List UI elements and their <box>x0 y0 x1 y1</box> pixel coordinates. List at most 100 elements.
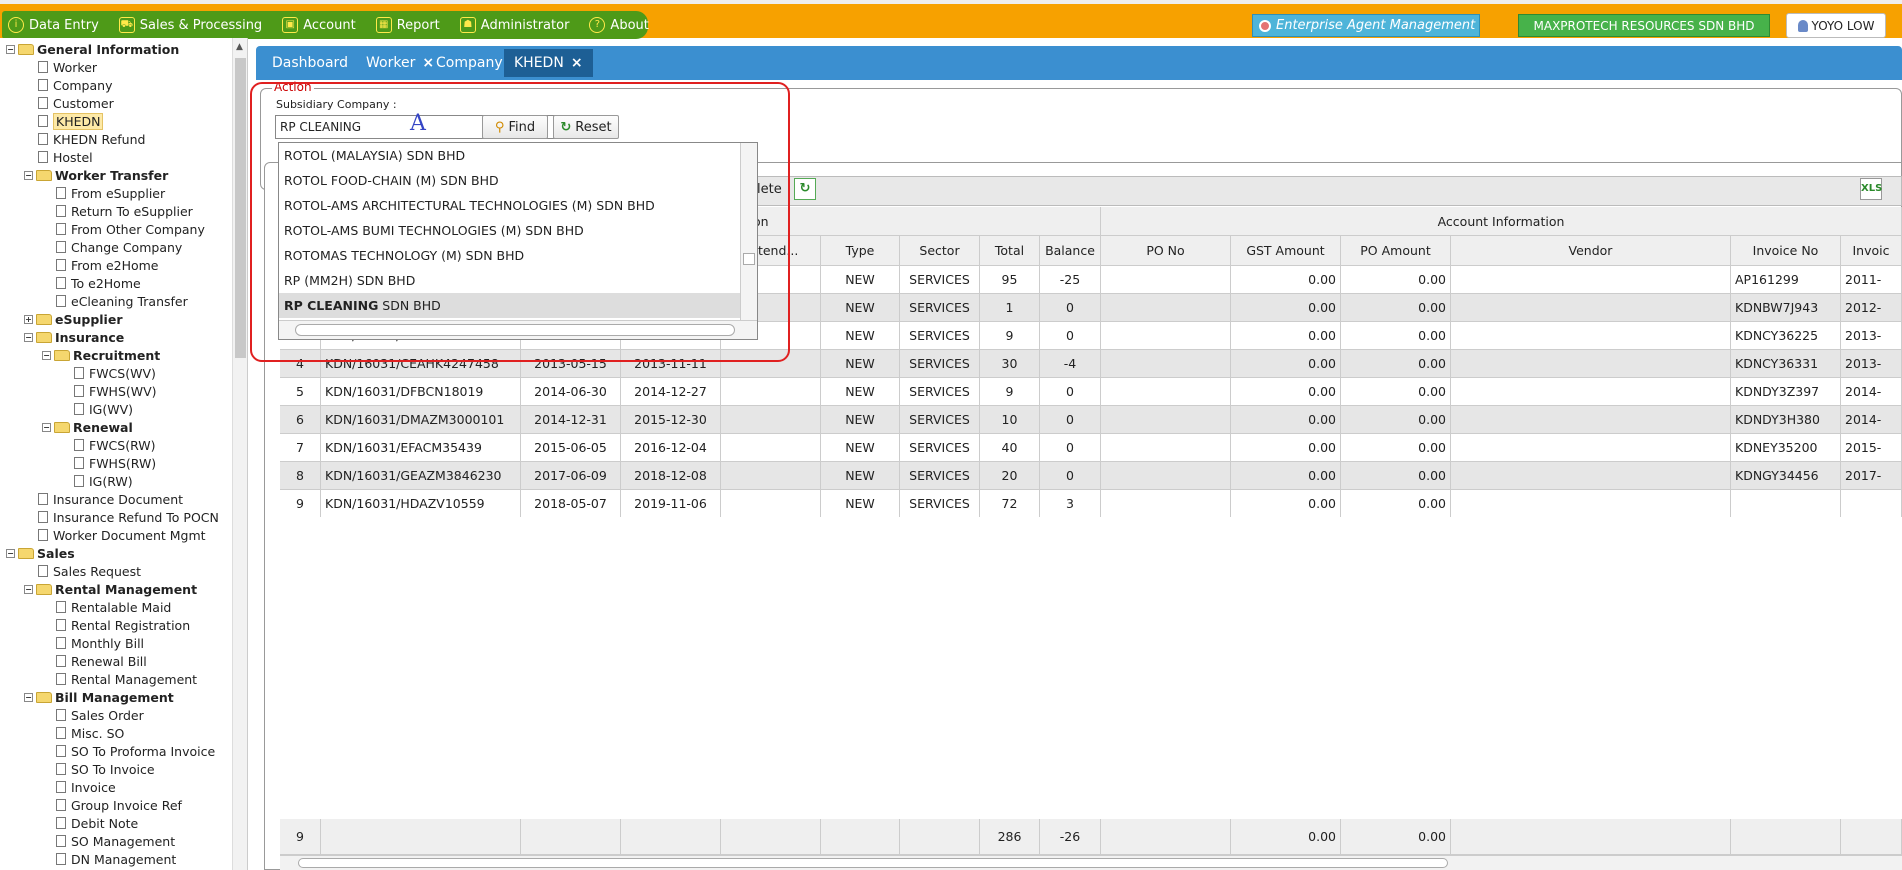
tree-item-rentalable-maid[interactable]: Rentalable Maid <box>54 598 171 616</box>
tree-folder-renewal[interactable]: − Renewal <box>42 418 133 436</box>
tree-folder-general-information[interactable]: − General Information <box>6 40 179 58</box>
dropdown-option[interactable]: RP (MM2H) SDN BHD <box>279 268 741 293</box>
column-header-sector[interactable]: Sector <box>900 236 980 266</box>
tree-folder-sales[interactable]: − Sales <box>6 544 75 562</box>
column-header-gst-amount[interactable]: GST Amount <box>1231 236 1341 266</box>
tree-item-ecleaning-transfer[interactable]: eCleaning Transfer <box>54 292 188 310</box>
tree-item-invoice[interactable]: Invoice <box>54 778 116 796</box>
tree-item-rental-registration[interactable]: Rental Registration <box>54 616 190 634</box>
tree-folder-esupplier[interactable]: + eSupplier <box>24 310 123 328</box>
tree-item-ig-rw-[interactable]: IG(RW) <box>72 472 133 490</box>
column-header-type[interactable]: Type <box>821 236 900 266</box>
tree-item-fwhs-wv-[interactable]: FWHS(WV) <box>72 382 157 400</box>
menu-sales-processing[interactable]: ⛟ Sales & Processing <box>118 17 262 33</box>
collapse-icon[interactable]: − <box>6 44 15 54</box>
tab-khedn[interactable]: KHEDN × <box>504 49 593 77</box>
tree-item-so-to-invoice[interactable]: SO To Invoice <box>54 760 155 778</box>
tree-item-change-company[interactable]: Change Company <box>54 238 182 256</box>
grid-horizontal-scrollbar[interactable] <box>280 855 1902 870</box>
tree-item-dn-management[interactable]: DN Management <box>54 850 176 868</box>
menu-account[interactable]: ▣ Account <box>282 17 356 33</box>
menu-report[interactable]: ▦ Report <box>375 17 440 33</box>
tree-item-misc-so[interactable]: Misc. SO <box>54 724 124 742</box>
tree-label: Sales Order <box>71 707 144 723</box>
collapse-icon[interactable]: − <box>6 548 15 558</box>
tree-item-so-to-proforma-invoice[interactable]: SO To Proforma Invoice <box>54 742 215 760</box>
tree-item-insurance-refund-to-pocn[interactable]: Insurance Refund To POCN <box>36 508 219 526</box>
tree-item-renewal-bill[interactable]: Renewal Bill <box>54 652 147 670</box>
tree-folder-rental-management[interactable]: − Rental Management <box>24 580 197 598</box>
scroll-up-icon[interactable]: ▲ <box>236 42 243 52</box>
collapse-icon[interactable]: − <box>24 692 33 702</box>
tree-item-customer[interactable]: Customer <box>36 94 114 112</box>
tree-folder-recruitment[interactable]: − Recruitment <box>42 346 160 364</box>
tree-item-fwcs-rw-[interactable]: FWCS(RW) <box>72 436 156 454</box>
tree-item-company[interactable]: Company <box>36 76 112 94</box>
column-header-total[interactable]: Total <box>980 236 1040 266</box>
dropdown-option-selected[interactable]: RP CLEANING SDN BHD <box>279 293 741 318</box>
user-menu-button[interactable]: YOYO LOW <box>1786 13 1886 38</box>
find-button[interactable]: ⚲ Find <box>482 115 548 139</box>
tree-item-rental-management[interactable]: Rental Management <box>54 670 197 688</box>
folder-icon <box>54 349 70 361</box>
menu-about[interactable]: ? About <box>589 17 649 33</box>
dropdown-option[interactable]: ROTOL FOOD-CHAIN (M) SDN BHD <box>279 168 741 193</box>
tree-item-khedn[interactable]: KHEDN <box>36 112 104 130</box>
tree-item-to-e2home[interactable]: To e2Home <box>54 274 141 292</box>
sidebar-scroll-thumb[interactable] <box>235 58 246 358</box>
dropdown-hscroll-thumb[interactable] <box>295 324 735 336</box>
collapse-icon[interactable]: − <box>42 422 51 432</box>
dropdown-horizontal-scrollbar[interactable] <box>279 320 757 339</box>
menu-administrator[interactable]: ☗ Administrator <box>459 17 569 33</box>
dropdown-option[interactable]: ROTOL (MALAYSIA) SDN BHD <box>279 143 741 168</box>
tree-item-sales-order[interactable]: Sales Order <box>54 706 144 724</box>
tree-item-from-other-company[interactable]: From Other Company <box>54 220 205 238</box>
export-excel-icon[interactable]: XLS <box>1860 178 1882 200</box>
subsidiary-company-dropdown[interactable]: ROTOL (MALAYSIA) SDN BHD ROTOL FOOD-CHAIN… <box>278 142 758 340</box>
tree-item-debit-note[interactable]: Debit Note <box>54 814 138 832</box>
column-header-invoice-no[interactable]: Invoice No <box>1731 236 1841 266</box>
tree-item-sales-request[interactable]: Sales Request <box>36 562 141 580</box>
collapse-icon[interactable]: − <box>42 350 51 360</box>
collapse-icon[interactable]: − <box>24 170 33 180</box>
tree-item-from-esupplier[interactable]: From eSupplier <box>54 184 165 202</box>
tree-item-khedn-refund[interactable]: KHEDN Refund <box>36 130 145 148</box>
reset-button[interactable]: ↻ Reset <box>553 115 619 139</box>
dropdown-vertical-scrollbar[interactable] <box>740 143 757 321</box>
dropdown-scroll-thumb[interactable] <box>743 253 755 265</box>
enterprise-agent-management-button[interactable]: Enterprise Agent Management <box>1252 14 1480 37</box>
close-icon[interactable]: × <box>571 55 583 71</box>
column-header-balance[interactable]: Balance <box>1040 236 1101 266</box>
tree-item-from-e2home[interactable]: From e2Home <box>54 256 159 274</box>
dropdown-option[interactable]: ROTOL-AMS ARCHITECTURAL TECHNOLOGIES (M)… <box>279 193 741 218</box>
column-header-po-amount[interactable]: PO Amount <box>1341 236 1451 266</box>
collapse-icon[interactable]: − <box>24 584 33 594</box>
tree-item-fwcs-wv-[interactable]: FWCS(WV) <box>72 364 156 382</box>
tree-item-hostel[interactable]: Hostel <box>36 148 93 166</box>
column-header-po-no[interactable]: PO No <box>1101 236 1231 266</box>
tree-item-fwhs-rw-[interactable]: FWHS(RW) <box>72 454 156 472</box>
sidebar-scrollbar[interactable]: ▲ <box>232 38 247 870</box>
expand-icon[interactable]: + <box>24 314 33 324</box>
tree-folder-worker-transfer[interactable]: − Worker Transfer <box>24 166 168 184</box>
tab-dashboard[interactable]: Dashboard <box>262 49 358 77</box>
tree-item-ig-wv-[interactable]: IG(WV) <box>72 400 133 418</box>
column-header-vendor[interactable]: Vendor <box>1451 236 1731 266</box>
tree-item-worker[interactable]: Worker <box>36 58 97 76</box>
current-company-button[interactable]: MAXPROTECH RESOURCES SDN BHD <box>1518 14 1770 37</box>
tree-item-so-management[interactable]: SO Management <box>54 832 175 850</box>
tree-item-worker-document-mgmt[interactable]: Worker Document Mgmt <box>36 526 206 544</box>
grid-scroll-thumb[interactable] <box>298 858 1448 868</box>
tree-folder-insurance[interactable]: − Insurance <box>24 328 124 346</box>
collapse-icon[interactable]: − <box>24 332 33 342</box>
dropdown-option[interactable]: ROTOMAS TECHNOLOGY (M) SDN BHD <box>279 243 741 268</box>
tree-item-monthly-bill[interactable]: Monthly Bill <box>54 634 144 652</box>
grid-refresh-icon[interactable]: ↻ <box>794 178 816 200</box>
tree-item-insurance-document[interactable]: Insurance Document <box>36 490 183 508</box>
tree-item-return-to-esupplier[interactable]: Return To eSupplier <box>54 202 193 220</box>
menu-data-entry[interactable]: i Data Entry <box>8 17 99 33</box>
column-header-invoic[interactable]: Invoic <box>1841 236 1902 266</box>
dropdown-option[interactable]: ROTOL-AMS BUMI TECHNOLOGIES (M) SDN BHD <box>279 218 741 243</box>
tree-folder-bill-management[interactable]: − Bill Management <box>24 688 174 706</box>
tree-item-group-invoice-ref[interactable]: Group Invoice Ref <box>54 796 182 814</box>
